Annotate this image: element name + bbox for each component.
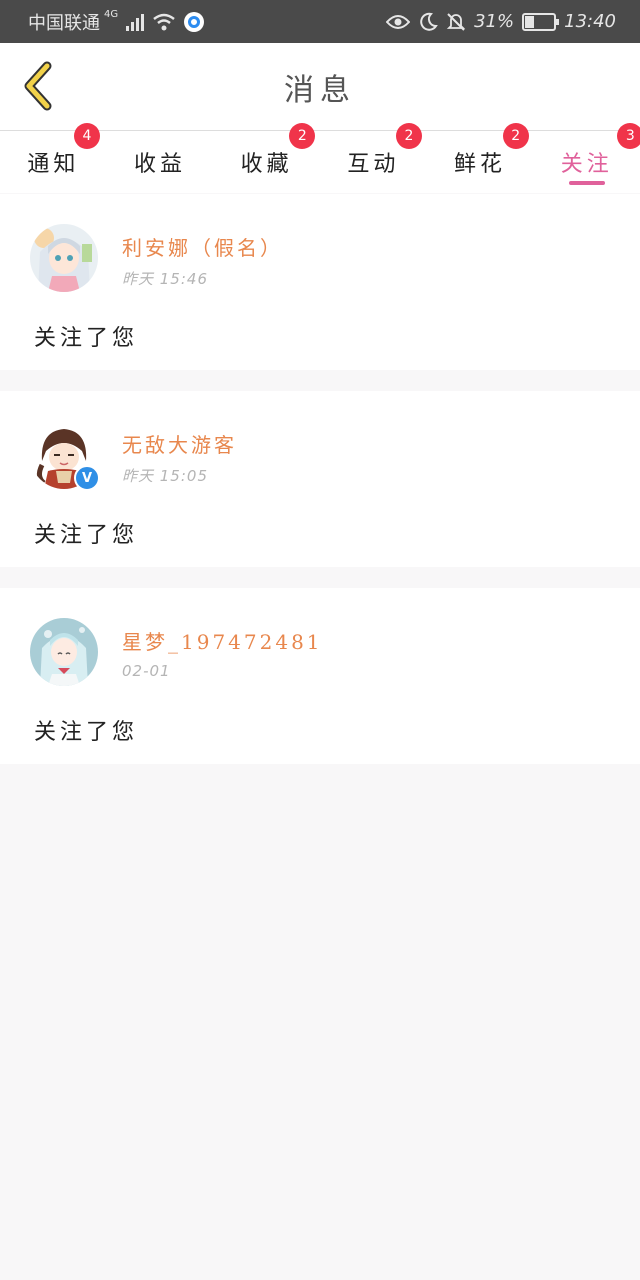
battery-percent: 31% (474, 11, 515, 32)
battery-level (525, 15, 534, 28)
tab-bar: 通知 4 收益 收藏 2 互动 2 鲜花 2 关注 3 (0, 123, 640, 193)
unread-badge: 2 (289, 123, 316, 149)
eye-icon (386, 14, 411, 29)
user-name[interactable]: 利安娜（假名） (122, 232, 283, 261)
moon-icon (420, 12, 438, 31)
timestamp: 02-01 (122, 662, 171, 680)
timestamp: 昨天 15:05 (122, 467, 208, 485)
clock: 13:40 (564, 11, 616, 32)
unread-badge: 2 (502, 123, 529, 149)
chevron-left-icon (24, 61, 52, 111)
status-left: 中国联通 4G (28, 9, 205, 35)
tab-label: 通知 (27, 152, 80, 177)
message-text: 关注了您 (34, 326, 139, 351)
tab-follows[interactable]: 关注 3 (533, 123, 640, 193)
unread-badge: 4 (74, 123, 100, 149)
unread-badge: 3 (617, 123, 640, 149)
wifi-icon (153, 13, 175, 30)
tab-interactions[interactable]: 互动 2 (320, 123, 427, 193)
tab-label: 互动 (347, 152, 400, 177)
tab-label: 关注 (560, 152, 613, 177)
tab-earnings[interactable]: 收益 (107, 131, 214, 193)
tab-label: 收益 (134, 152, 187, 177)
avatar[interactable] (30, 224, 98, 292)
tab-flowers[interactable]: 鲜花 2 (427, 123, 534, 193)
carrier-label: 中国联通 (28, 12, 100, 34)
header: 消息 (0, 43, 640, 131)
user-name[interactable]: 星梦_197472481 (122, 626, 323, 655)
avatar[interactable] (30, 618, 98, 686)
active-tab-indicator (568, 181, 605, 185)
user-name[interactable]: 无敌大游客 (122, 429, 237, 458)
battery-icon (522, 12, 560, 31)
network-type: 4G (104, 9, 119, 20)
status-bar: 中国联通 4G 31% 13:40 (0, 0, 640, 43)
verified-icon: V (74, 465, 100, 491)
message-text: 关注了您 (34, 523, 139, 548)
unread-badge: 2 (396, 123, 423, 149)
message-text: 关注了您 (34, 720, 139, 745)
avatar[interactable]: V (30, 421, 100, 491)
signal-icon (126, 13, 145, 31)
message-item[interactable]: 星梦_197472481 02-01 关注了您 (0, 588, 640, 764)
message-item[interactable]: V 无敌大游客 昨天 15:05 关注了您 (0, 391, 640, 567)
tab-label: 鲜花 (454, 152, 507, 177)
back-button[interactable] (18, 59, 58, 113)
timestamp: 昨天 15:46 (122, 270, 208, 288)
app-icon (184, 11, 205, 32)
message-item[interactable]: 利安娜（假名） 昨天 15:46 关注了您 (0, 194, 640, 370)
page-title: 消息 (284, 72, 356, 108)
tab-notifications[interactable]: 通知 4 (0, 123, 107, 193)
status-right: 31% 13:40 (386, 11, 616, 32)
tab-favorites[interactable]: 收藏 2 (213, 123, 320, 193)
tab-label: 收藏 (240, 152, 293, 177)
mute-icon (446, 12, 466, 31)
